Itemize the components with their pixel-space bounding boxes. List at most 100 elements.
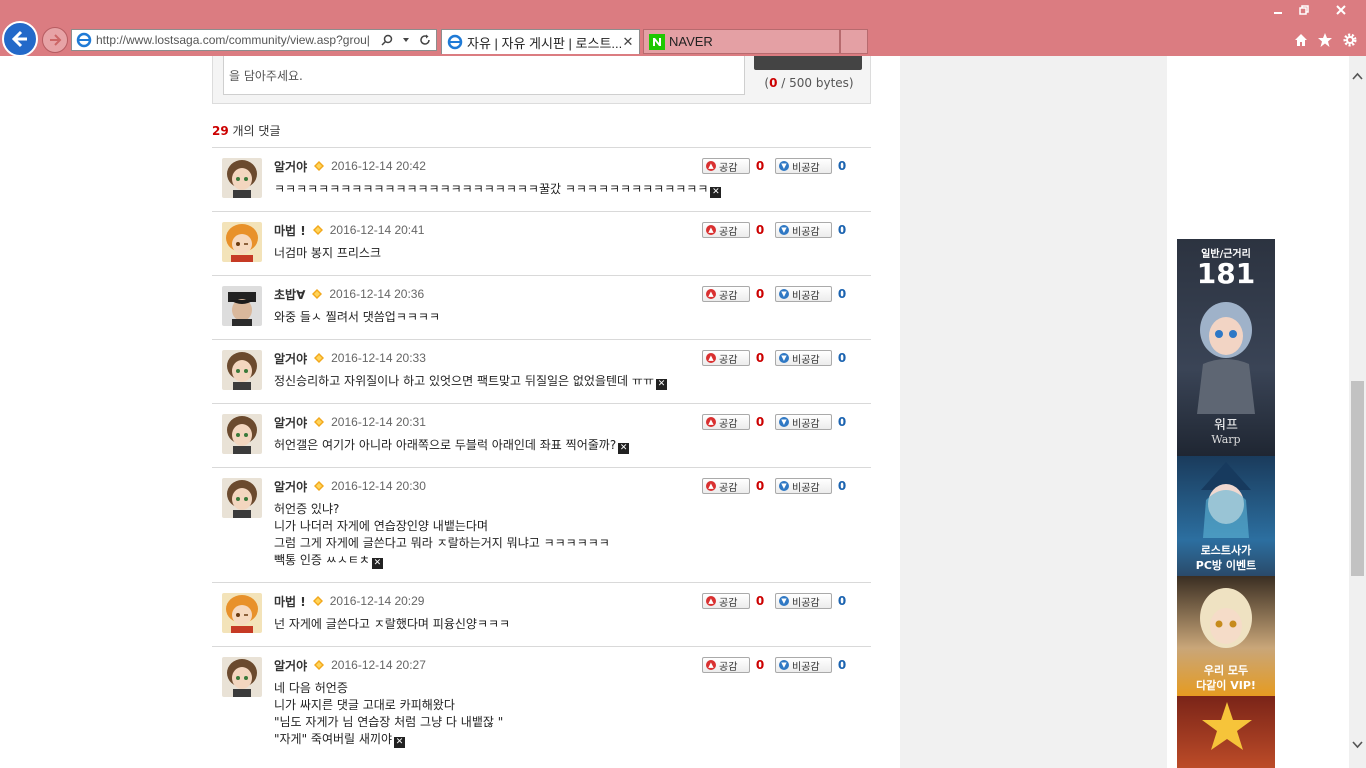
scroll-down-icon[interactable]: [1352, 739, 1363, 750]
comment-row: 알거야 2016-12-14 20:31 허언갤은 여기가 아니라 아래쪽으로 두블…: [212, 403, 871, 467]
dislike-count: 0: [837, 658, 847, 672]
dislike-button[interactable]: ▼ 비공감: [775, 350, 832, 366]
christmas-star-icon: [1202, 702, 1252, 750]
like-icon: ▲: [706, 596, 716, 606]
brown-hair-icon[interactable]: [222, 478, 262, 518]
comment-nickname[interactable]: 알거야: [274, 414, 307, 431]
like-button[interactable]: ▲ 공감: [702, 593, 750, 609]
dislike-button[interactable]: ▼ 비공감: [775, 222, 832, 238]
refresh-icon[interactable]: [417, 32, 433, 48]
minimize-button[interactable]: [1265, 2, 1291, 18]
orange-hair-icon[interactable]: [222, 593, 262, 633]
like-button[interactable]: ▲ 공감: [702, 350, 750, 366]
close-tab-icon[interactable]: ✕: [621, 34, 635, 50]
delete-comment-icon[interactable]: ✕: [655, 379, 667, 390]
dislike-icon: ▼: [779, 289, 789, 299]
blonde-girl-illustration-icon: [1200, 588, 1252, 648]
like-count: 0: [755, 415, 765, 429]
like-icon: ▲: [706, 660, 716, 670]
restore-button[interactable]: [1291, 2, 1317, 18]
back-button[interactable]: [2, 21, 38, 57]
comment-nickname[interactable]: 알거야: [274, 158, 307, 175]
comment-row: 알거야 2016-12-14 20:42 ㅋㅋㅋㅋㅋㅋㅋㅋㅋㅋㅋㅋㅋㅋㅋㅋㅋㅋㅋㅋㅋ…: [212, 147, 871, 211]
comment-row: 알거야 2016-12-14 20:33 정신승리하고 자위질이나 하고 있엇으면 …: [212, 339, 871, 403]
vote-controls: ▲ 공감 0 ▼ 비공감 0: [702, 222, 852, 238]
brown-hair-icon[interactable]: [222, 657, 262, 697]
like-button[interactable]: ▲ 공감: [702, 657, 750, 673]
dislike-button[interactable]: ▼ 비공감: [775, 657, 832, 673]
comment-line: "님도 자게가 님 연습장 처럼 그냥 다 내뱉잖 ": [274, 715, 504, 729]
search-icon[interactable]: [379, 32, 395, 48]
rank-gem-icon: [312, 289, 323, 299]
brown-hair-icon[interactable]: [222, 350, 262, 390]
rank-gem-icon: [314, 353, 325, 363]
like-button[interactable]: ▲ 공감: [702, 478, 750, 494]
delete-comment-icon[interactable]: ✕: [710, 187, 722, 198]
tab-lostsaga[interactable]: 자유 | 자유 게시판 | 로스트... ✕: [441, 29, 640, 54]
comment-row: 마법 ! 2016-12-14 20:41 너검마 봉지 프리스크 ▲ 공감 0 ▼ 비공감 0: [212, 211, 871, 275]
ad-vip[interactable]: 우리 모두 다같이 VIP!: [1177, 576, 1275, 696]
ad1-hero-en: Warp: [1211, 433, 1241, 446]
ad-christmas[interactable]: [1177, 696, 1275, 768]
delete-comment-icon[interactable]: ✕: [394, 737, 406, 748]
brown-hair-icon[interactable]: [222, 158, 262, 198]
address-bar[interactable]: http://www.lostsaga.com/community/view.a…: [71, 29, 437, 51]
dislike-icon: ▼: [779, 481, 789, 491]
dislike-button[interactable]: ▼ 비공감: [775, 286, 832, 302]
dark-hat-icon[interactable]: [222, 286, 262, 326]
comment-line: 빽통 인증 ㅆㅅㅌㅊ ✕: [274, 553, 383, 569]
ad1-number: 181: [1196, 257, 1256, 290]
comment-line: 그럼 그게 자게에 글쓴다고 뭐라 ㅈ랄하는거지 뭐냐고 ㅋㅋㅋㅋㅋㅋ: [274, 536, 610, 550]
comment-nickname[interactable]: 마법 !: [274, 593, 306, 610]
like-button[interactable]: ▲ 공감: [702, 286, 750, 302]
comment-nickname[interactable]: 마법 !: [274, 222, 306, 239]
close-window-button[interactable]: [1328, 2, 1354, 18]
comment-nickname[interactable]: 알거야: [274, 657, 307, 674]
comment-nickname[interactable]: 알거야: [274, 350, 307, 367]
submit-button[interactable]: [754, 56, 862, 70]
like-button[interactable]: ▲ 공감: [702, 222, 750, 238]
scroll-up-icon[interactable]: [1352, 70, 1363, 81]
dropdown-arrow-icon[interactable]: [398, 32, 414, 48]
dislike-button[interactable]: ▼ 비공감: [775, 158, 832, 174]
orange-hair-icon[interactable]: [222, 222, 262, 262]
comment-line: 니가 싸지른 댓글 고대로 카피해왔다: [274, 698, 455, 712]
rank-gem-icon: [314, 161, 325, 171]
vote-controls: ▲ 공감 0 ▼ 비공감 0: [702, 478, 852, 494]
like-icon: ▲: [706, 225, 716, 235]
comment-row: 초밥∀ 2016-12-14 20:36 와중 들ㅅ 찔려서 댓씀업ㅋㅋㅋㅋ ▲ 공감 0…: [212, 275, 871, 339]
delete-comment-icon[interactable]: ✕: [371, 558, 383, 569]
delete-comment-icon[interactable]: ✕: [618, 443, 630, 454]
scrollbar-thumb[interactable]: [1351, 381, 1364, 576]
ad-pcbang-event[interactable]: 로스트사가 PC방 이벤트: [1177, 456, 1275, 576]
dislike-button[interactable]: ▼ 비공감: [775, 414, 832, 430]
ad2-line2: PC방 이벤트: [1195, 559, 1257, 572]
dislike-button[interactable]: ▼ 비공감: [775, 478, 832, 494]
comment-nickname[interactable]: 초밥∀: [274, 286, 305, 303]
rank-gem-icon: [314, 481, 325, 491]
brown-hair-icon[interactable]: [222, 414, 262, 454]
comment-nickname[interactable]: 알거야: [274, 478, 307, 495]
favorites-star-icon[interactable]: [1315, 30, 1335, 50]
vertical-scrollbar[interactable]: [1349, 56, 1366, 768]
dislike-count: 0: [837, 479, 847, 493]
dislike-icon: ▼: [779, 660, 789, 670]
home-icon[interactable]: [1291, 30, 1311, 50]
like-button[interactable]: ▲ 공감: [702, 158, 750, 174]
comment-line: 정신승리하고 자위질이나 하고 있엇으면 팩트맞고 뒤질일은 없었을텐데 ㅠㅠ ✕: [274, 374, 667, 390]
like-button[interactable]: ▲ 공감: [702, 414, 750, 430]
comment-textarea[interactable]: 을 담아주세요.: [223, 56, 745, 95]
browser-chrome: http://www.lostsaga.com/community/view.a…: [0, 0, 1366, 57]
ad1-hero-name: 워프: [1214, 418, 1238, 433]
ad-warp-hero[interactable]: 일반/근거리 181 워프 Warp: [1177, 239, 1275, 456]
side-banner-ads: 일반/근거리 181 워프 Warp 로스트사가 PC방 이벤트 우리 모두 다…: [1177, 239, 1275, 768]
url-text[interactable]: http://www.lostsaga.com/community/view.a…: [96, 33, 379, 47]
comment-text: 너검마 봉지 프리스크: [274, 245, 871, 262]
comment-row: 알거야 2016-12-14 20:27 네 다음 허언증 니가 싸지른 댓글 고대로…: [212, 646, 871, 761]
gear-icon[interactable]: [1340, 30, 1360, 50]
new-tab-button[interactable]: [840, 29, 868, 54]
tab-naver[interactable]: NAVER: [643, 29, 840, 54]
dislike-button[interactable]: ▼ 비공감: [775, 593, 832, 609]
forward-button[interactable]: [42, 27, 68, 53]
like-count: 0: [755, 287, 765, 301]
